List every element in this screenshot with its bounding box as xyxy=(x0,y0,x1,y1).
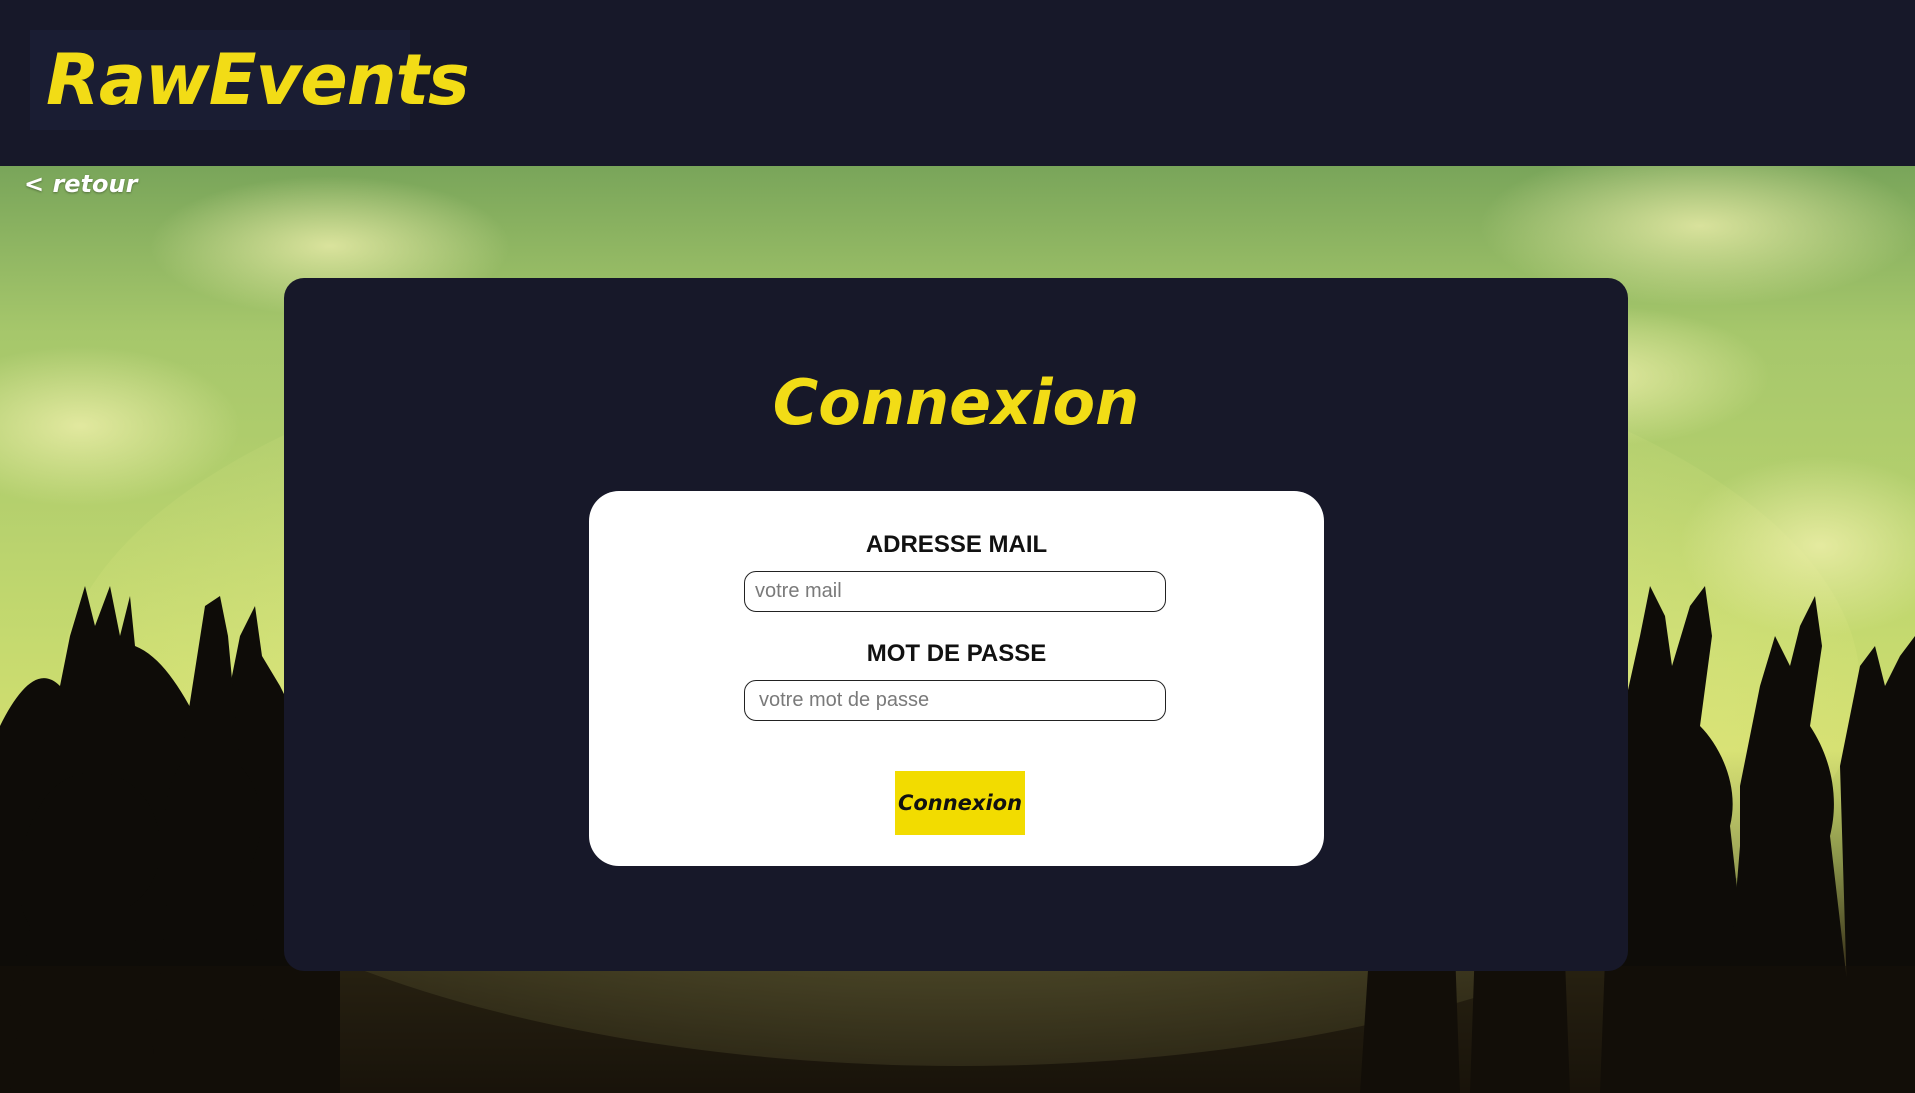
back-link[interactable]: < retour xyxy=(24,170,137,198)
site-logo[interactable]: RawEvents xyxy=(30,30,470,130)
login-title: Connexion xyxy=(772,366,1140,439)
login-submit-button[interactable]: Connexion xyxy=(895,771,1025,835)
password-label: MOT DE PASSE xyxy=(866,640,1047,667)
logo-text: RawEvents xyxy=(46,39,470,121)
password-input[interactable] xyxy=(744,680,1166,721)
email-input[interactable] xyxy=(744,571,1166,612)
login-panel: Connexion ADRESSE MAIL MOT DE PASSE Conn… xyxy=(284,278,1628,971)
email-label: ADRESSE MAIL xyxy=(865,531,1048,558)
site-header: RawEvents xyxy=(0,0,1915,166)
login-form: ADRESSE MAIL MOT DE PASSE Connexion xyxy=(589,491,1324,866)
